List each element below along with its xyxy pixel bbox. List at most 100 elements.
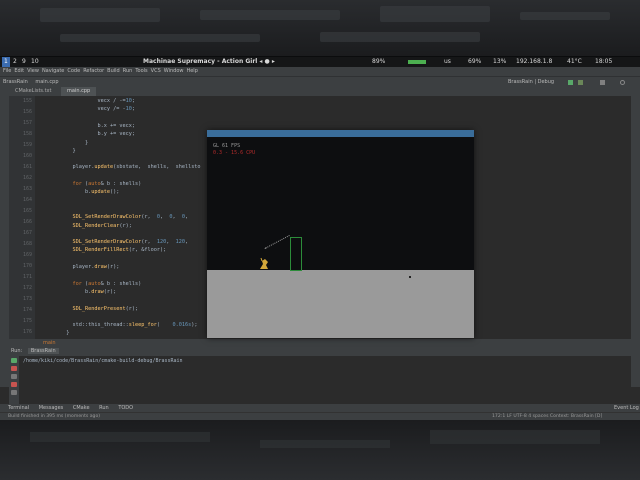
menu-code[interactable]: Code xyxy=(67,68,80,74)
run-tab[interactable]: Run xyxy=(99,405,109,411)
menu-tools[interactable]: Tools xyxy=(135,68,147,74)
build-status: Build finished in 395 ms (moments ago) xyxy=(8,414,101,419)
cpu-counter: 0.3 - 15.6 CPU xyxy=(213,150,256,156)
workspace-2[interactable]: 2 xyxy=(11,57,19,67)
menu-build[interactable]: Build xyxy=(107,68,120,74)
menu-window[interactable]: Window xyxy=(164,68,184,74)
line-number: 162 xyxy=(22,175,32,181)
stop-icon[interactable] xyxy=(600,80,605,85)
code-line: SDL_SetRenderDrawColor(r, 0, 0, 0, xyxy=(72,214,189,221)
line-number: 167 xyxy=(22,230,32,236)
left-tool-strip xyxy=(0,87,9,387)
clock: 18:05 xyxy=(595,58,613,65)
battery-status: 89% xyxy=(372,58,386,65)
workspace-9[interactable]: 9 xyxy=(20,57,28,67)
tab-cmakelists[interactable]: CMakeLists.txt xyxy=(9,87,57,96)
game-title-bar[interactable] xyxy=(207,130,474,137)
todo-tab[interactable]: TODO xyxy=(118,405,133,411)
aim-line xyxy=(264,234,291,250)
temp-status: 41°C xyxy=(567,58,582,65)
stop-run-icon[interactable] xyxy=(11,366,17,371)
file-breadcrumb[interactable]: main.cpp xyxy=(35,79,58,85)
bottom-tool-tabs: Terminal Messages CMake Run TODO Event L… xyxy=(0,404,640,412)
menu-view[interactable]: View xyxy=(27,68,39,74)
menu-run[interactable]: Run xyxy=(123,68,133,74)
code-line: vecx / -=10; xyxy=(60,98,135,104)
code-line: } xyxy=(60,139,89,146)
tab-main-cpp[interactable]: main.cpp xyxy=(61,87,97,96)
mem-status: 13% xyxy=(493,58,507,65)
editor-breadcrumb-bar: main xyxy=(9,339,631,347)
line-number: 157 xyxy=(22,120,32,126)
code-line: SDL_RenderFillRect(r, &floor); xyxy=(72,247,167,254)
line-number: 165 xyxy=(22,208,32,214)
project-breadcrumb[interactable]: BrassRain xyxy=(3,79,28,85)
blurred-desktop-bottom xyxy=(0,420,640,480)
menu-refactor[interactable]: Refactor xyxy=(83,68,104,74)
shell-hitbox xyxy=(290,237,302,271)
code-line: b.draw(r); xyxy=(60,288,117,295)
window-title: Machinae Supremacy - Action Girl ◂ ● ▸ xyxy=(143,58,275,65)
menu-help[interactable]: Help xyxy=(186,68,197,74)
line-gutter: 155 156 157 158 159 160 161 162 163 164 165 166 167 1… xyxy=(9,96,35,339)
game-window[interactable]: GL 61 FPS 0.3 - 15.6 CPU xyxy=(207,130,474,338)
menu-file[interactable]: File xyxy=(3,68,11,74)
code-line: player.draw(r); xyxy=(60,264,120,270)
run-output-text: /home/kiki/code/BrassRain/cmake-build-de… xyxy=(23,358,183,364)
line-number: 159 xyxy=(22,142,32,148)
line-number: 173 xyxy=(22,296,32,302)
workspace-10[interactable]: 10 xyxy=(29,57,41,67)
mouse-cursor xyxy=(409,276,411,278)
run-label: Run: xyxy=(11,348,23,354)
event-log-tab[interactable]: Event Log xyxy=(614,404,639,412)
messages-tab[interactable]: Messages xyxy=(39,405,64,411)
line-number: 172 xyxy=(22,285,32,291)
run-toolbar xyxy=(9,356,19,404)
rerun-icon[interactable] xyxy=(11,358,17,363)
line-number: 175 xyxy=(22,318,32,324)
line-number: 174 xyxy=(22,307,32,313)
debug-icon[interactable] xyxy=(578,80,583,85)
code-line: } xyxy=(60,330,70,337)
blurred-desktop-top xyxy=(0,0,640,56)
line-number: 156 xyxy=(22,109,32,115)
code-line: b.y += vecy; xyxy=(60,131,135,138)
scroll-icon[interactable] xyxy=(11,390,17,395)
editor-tabs: CMakeLists.txt main.cpp xyxy=(9,87,631,96)
code-line: std::this_thread::sleep_for( 0.016s); xyxy=(60,322,198,329)
menu-navigate[interactable]: Navigate xyxy=(42,68,64,74)
run-target-tab[interactable]: BrassRain xyxy=(27,348,59,354)
pause-icon[interactable] xyxy=(11,374,17,379)
code-line: b.x += vecx; xyxy=(60,122,135,129)
code-line: SDL_RenderPresent(r); xyxy=(72,305,139,312)
line-number: 160 xyxy=(22,153,32,159)
ip-status: 192.168.1.8 xyxy=(516,58,553,65)
cmake-tab[interactable]: CMake xyxy=(73,405,90,411)
code-line: b.update(); xyxy=(60,189,120,196)
run-icon[interactable] xyxy=(568,80,573,85)
line-number: 170 xyxy=(22,263,32,269)
line-number: 164 xyxy=(22,197,32,203)
menu-edit[interactable]: Edit xyxy=(14,68,24,74)
menu-vcs[interactable]: VCS xyxy=(151,68,161,74)
line-number: 169 xyxy=(22,252,32,258)
code-line: player.update(sbstate, shells, shellsto xyxy=(60,164,201,171)
search-icon[interactable] xyxy=(620,80,625,85)
line-number: 168 xyxy=(22,241,32,247)
terminal-tab[interactable]: Terminal xyxy=(8,405,29,411)
code-line: for (auto& b : shells) xyxy=(72,280,142,287)
battery-bar xyxy=(408,60,426,64)
close-run-icon[interactable] xyxy=(11,382,17,387)
right-tool-strip xyxy=(631,87,640,387)
ground-floor xyxy=(207,270,474,338)
line-number: 163 xyxy=(22,186,32,192)
code-line: } xyxy=(60,147,76,154)
function-breadcrumb[interactable]: main xyxy=(43,340,56,346)
code-line: vecy /= -10; xyxy=(60,106,135,113)
run-tool-header: Run: BrassRain xyxy=(9,347,631,356)
line-number: 171 xyxy=(22,274,32,280)
workspace-1[interactable]: 1 xyxy=(2,57,10,67)
player-sprite xyxy=(260,257,268,269)
run-output-panel: /home/kiki/code/BrassRain/cmake-build-de… xyxy=(9,356,631,404)
top-status-bar: 1 2 9 10 Machinae Supremacy - Action Gir… xyxy=(0,57,640,67)
